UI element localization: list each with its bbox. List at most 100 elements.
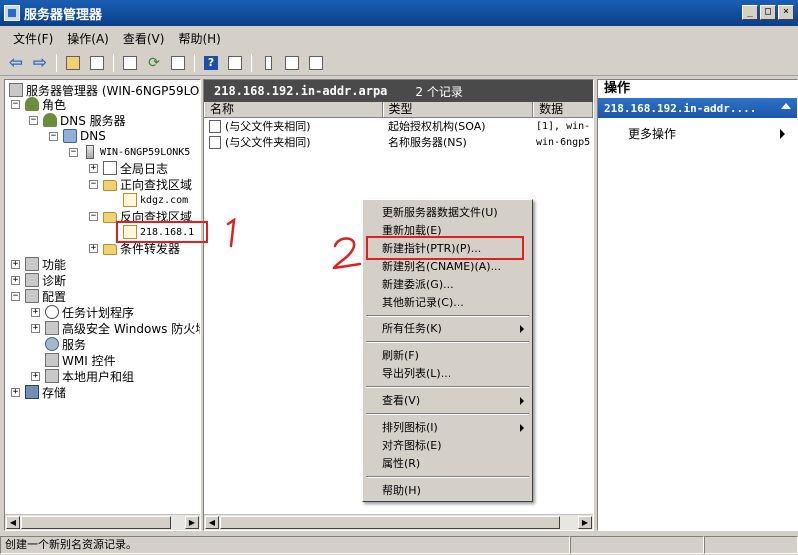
menu-action[interactable]: 操作(A) xyxy=(60,30,116,47)
collapse-caret-icon[interactable] xyxy=(781,103,791,109)
more-actions[interactable]: 更多操作 xyxy=(598,122,797,144)
menu-item-align-icons[interactable]: 对齐图标(E) xyxy=(363,437,532,455)
results-header: 218.168.192.in-addr.arpa 2 个记录 xyxy=(204,80,593,102)
collapse-toggle[interactable]: − xyxy=(69,148,78,157)
collapse-toggle[interactable]: − xyxy=(49,132,58,141)
tree-item-roles[interactable]: 角色 xyxy=(25,96,66,112)
column-header-type[interactable]: 类型 xyxy=(382,102,534,117)
column-header-data[interactable]: 数据 xyxy=(533,102,593,117)
expand-toggle[interactable]: + xyxy=(89,164,98,173)
server-manager-icon xyxy=(9,83,23,97)
document-icon[interactable] xyxy=(306,53,326,73)
menu-item-properties[interactable]: 属性(R) xyxy=(363,455,532,473)
menu-help[interactable]: 帮助(H) xyxy=(171,30,227,47)
refresh-icon[interactable]: ⟳ xyxy=(144,53,164,73)
menu-item-update-server-file[interactable]: 更新服务器数据文件(U) xyxy=(363,204,532,222)
annotation-number-1 xyxy=(226,218,236,248)
record-icon xyxy=(209,119,221,133)
menu-view[interactable]: 查看(V) xyxy=(116,30,172,47)
up-folder-icon[interactable] xyxy=(63,53,83,73)
tree-item-task-scheduler[interactable]: 任务计划程序 xyxy=(45,304,134,320)
collapse-toggle[interactable]: − xyxy=(89,212,98,221)
column-header-name[interactable]: 名称 xyxy=(204,102,383,117)
help-icon[interactable]: ? xyxy=(201,53,221,73)
zone-icon xyxy=(123,193,137,207)
dns-server-role-icon xyxy=(43,113,57,127)
menu-item-refresh[interactable]: 刷新(F) xyxy=(363,347,532,365)
tree-item-firewall[interactable]: 高级安全 Windows 防火墙 xyxy=(45,320,200,336)
tree-item-forward-zones[interactable]: 正向查找区域 xyxy=(103,176,192,192)
menu-item-export-list[interactable]: 导出列表(L)... xyxy=(363,365,532,383)
forward-arrow-icon[interactable]: ⇨ xyxy=(30,53,50,73)
menu-item-arrange-icons[interactable]: 排列图标(I) xyxy=(363,419,532,437)
results-horizontal-scrollbar[interactable]: ◀ ▶ xyxy=(204,514,593,530)
expand-toggle[interactable]: + xyxy=(11,276,20,285)
expand-toggle[interactable]: + xyxy=(31,324,40,333)
menu-item-new-alias[interactable]: 新建别名(CNAME)(A)... xyxy=(363,258,532,276)
menu-item-help[interactable]: 帮助(H) xyxy=(363,482,532,500)
menu-item-other-records[interactable]: 其他新记录(C)... xyxy=(363,294,532,312)
table-row[interactable]: (与父文件夹相同) 起始授权机构(SOA) [1], win- xyxy=(204,118,593,134)
scroll-thumb[interactable] xyxy=(220,516,560,529)
tree-item-services[interactable]: 服务 xyxy=(45,336,86,352)
tree-item-local-users[interactable]: 本地用户和组 xyxy=(45,368,134,384)
record-count: 2 个记录 xyxy=(415,84,463,99)
actions-pane: 操作 218.168.192.in-addr.... 更多操作 xyxy=(597,79,798,531)
expand-toggle[interactable]: + xyxy=(31,308,40,317)
toolbar-separator xyxy=(194,53,195,72)
scroll-thumb[interactable] xyxy=(21,516,171,529)
menu-item-view[interactable]: 查看(V) xyxy=(363,392,532,410)
tree-item-forward-zone[interactable]: kdgz.com xyxy=(123,192,188,208)
title-bar: 服务器管理器 _ □ × xyxy=(0,0,798,26)
menu-separator xyxy=(366,386,529,388)
scroll-left-arrow-icon[interactable]: ◀ xyxy=(205,516,219,529)
expand-toggle[interactable]: + xyxy=(11,260,20,269)
tree-item-dns[interactable]: DNS xyxy=(63,128,106,144)
maximize-button[interactable]: □ xyxy=(760,5,776,20)
menu-file[interactable]: 文件(F) xyxy=(6,30,60,47)
show-hide-tree-icon[interactable] xyxy=(87,53,107,73)
users-icon xyxy=(45,369,59,383)
server-manager-icon xyxy=(4,5,20,21)
menu-item-all-tasks[interactable]: 所有任务(K) xyxy=(363,320,532,338)
tree-item-wmi[interactable]: WMI 控件 xyxy=(45,352,116,368)
table-row[interactable]: (与父文件夹相同) 名称服务器(NS) win-6ngp5 xyxy=(204,134,593,150)
tree-item-features[interactable]: 功能 xyxy=(25,256,66,272)
export-list-icon[interactable] xyxy=(168,53,188,73)
show-hide-action-pane-icon[interactable] xyxy=(225,53,245,73)
menu-item-new-delegation[interactable]: 新建委派(G)... xyxy=(363,276,532,294)
console-tree[interactable]: 服务器管理器 (WIN-6NGP59LONK5 − 角色 − DNS 服务器 −… xyxy=(4,79,201,531)
collapse-toggle[interactable]: − xyxy=(89,180,98,189)
collapse-toggle[interactable]: − xyxy=(11,100,20,109)
submenu-arrow-icon xyxy=(520,397,524,405)
scroll-right-arrow-icon[interactable]: ▶ xyxy=(578,516,592,529)
gear-icon xyxy=(45,337,59,351)
tree-item-host[interactable]: WIN-6NGP59LONK5 xyxy=(83,144,190,160)
status-panel xyxy=(704,536,798,554)
server-icon[interactable] xyxy=(258,53,278,73)
properties-icon[interactable] xyxy=(120,53,140,73)
folder-icon xyxy=(103,179,117,191)
tree-item-storage[interactable]: 存储 xyxy=(25,384,66,400)
tree-item-configuration[interactable]: 配置 xyxy=(25,288,66,304)
record-icon[interactable] xyxy=(282,53,302,73)
minimize-button[interactable]: _ xyxy=(742,5,758,20)
tree-horizontal-scrollbar[interactable]: ◀ ▶ xyxy=(5,514,200,530)
record-icon xyxy=(209,135,221,149)
back-arrow-icon[interactable]: ⇦ xyxy=(6,53,26,73)
tree-item-global-log[interactable]: 全局日志 xyxy=(103,160,168,176)
toolbar-separator xyxy=(56,53,57,72)
expand-toggle[interactable]: + xyxy=(31,372,40,381)
scroll-right-arrow-icon[interactable]: ▶ xyxy=(185,516,199,529)
collapse-toggle[interactable]: − xyxy=(29,116,38,125)
tree-item-diagnostics[interactable]: 诊断 xyxy=(25,272,66,288)
expand-toggle[interactable]: + xyxy=(11,388,20,397)
tree-item-dns-server[interactable]: DNS 服务器 xyxy=(43,112,126,128)
actions-zone-header[interactable]: 218.168.192.in-addr.... xyxy=(598,98,797,118)
close-button[interactable]: × xyxy=(778,5,794,20)
menu-separator xyxy=(366,341,529,343)
collapse-toggle[interactable]: − xyxy=(11,292,20,301)
storage-icon xyxy=(25,385,39,399)
scroll-left-arrow-icon[interactable]: ◀ xyxy=(6,516,20,529)
expand-toggle[interactable]: + xyxy=(89,244,98,253)
